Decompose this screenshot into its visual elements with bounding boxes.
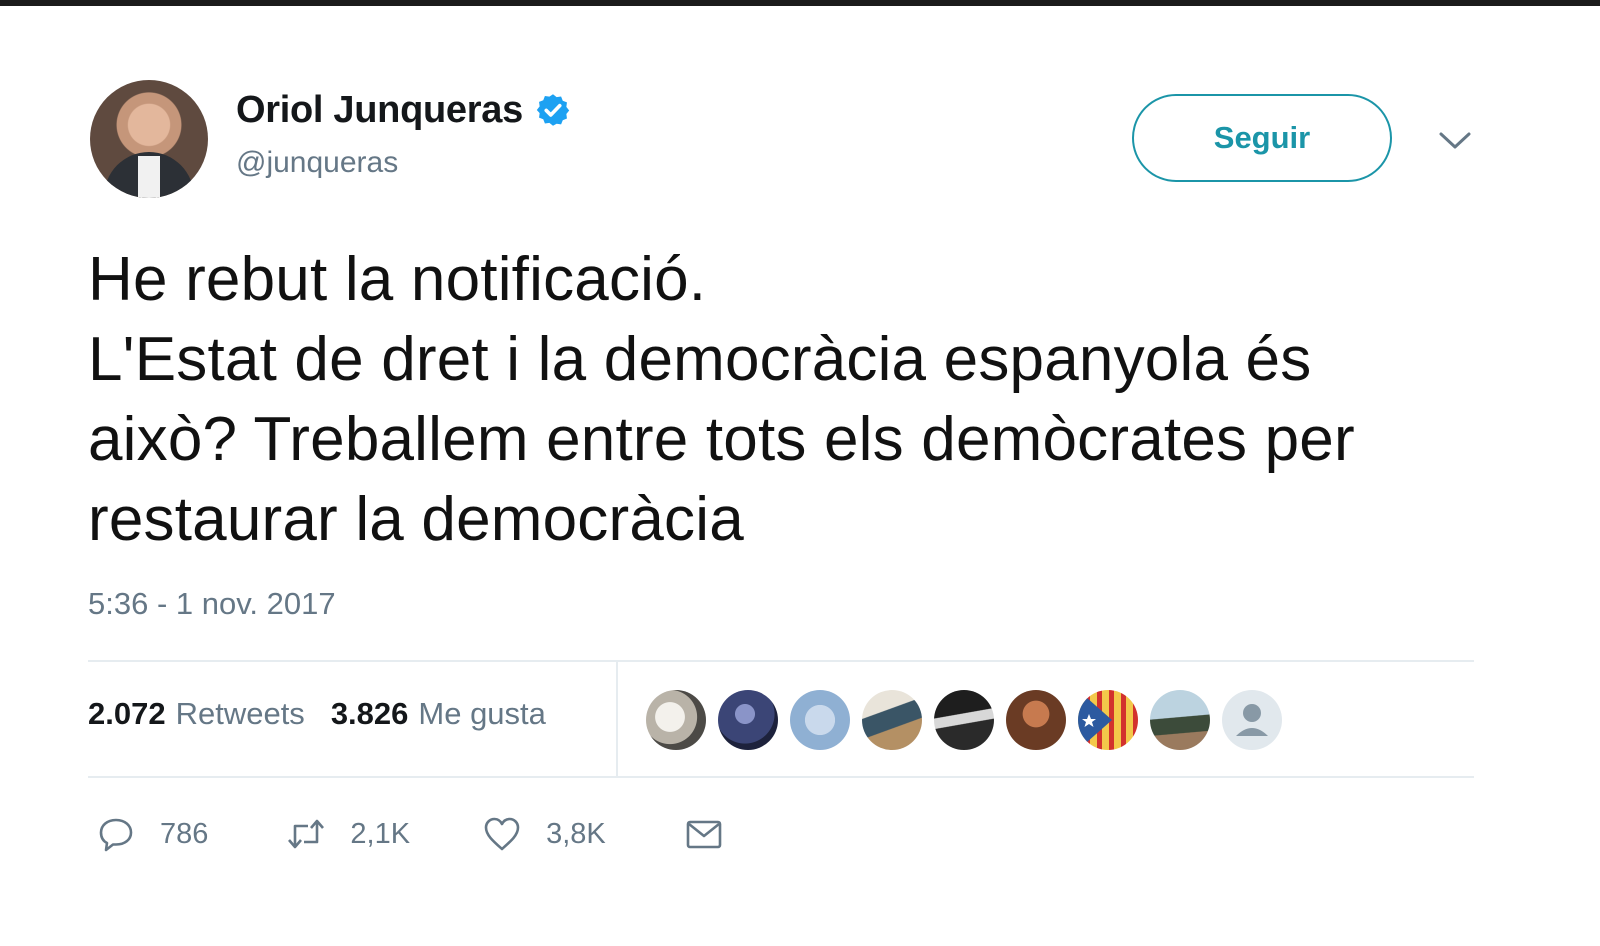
tweet-line: He rebut la notificació. (88, 245, 707, 314)
user-handle[interactable]: @junqueras (236, 146, 398, 180)
like-action[interactable]: 3,8K (482, 814, 606, 854)
display-name[interactable]: Oriol Junqueras (236, 89, 523, 132)
reply-count: 786 (160, 817, 209, 850)
retweet-action[interactable]: 2,1K (286, 814, 410, 854)
avatar-shirt (138, 156, 160, 198)
reply-icon (99, 818, 133, 852)
tweet-line: L'Estat de dret i la democràcia espanyol… (88, 325, 1312, 394)
default-avatar-icon[interactable] (1222, 690, 1282, 750)
tweet-line: restaurar la democràcia (88, 485, 744, 554)
liker-avatar-5[interactable] (934, 690, 994, 750)
retweet-icon (288, 819, 325, 849)
tweet-line: això? Treballem entre tots els demòcrate… (88, 405, 1355, 474)
chevron-down-icon[interactable] (1436, 124, 1474, 158)
stats-bottom-divider (88, 776, 1474, 778)
tweet-timestamp[interactable]: 5:36 - 1 nov. 2017 (88, 586, 336, 622)
like-count: 3,8K (546, 817, 606, 850)
liker-avatar-6[interactable] (1006, 690, 1066, 750)
liker-avatar-8[interactable] (1150, 690, 1210, 750)
envelope-icon (686, 820, 722, 849)
chevron-down-glyph (1439, 132, 1471, 149)
liker-avatar-2[interactable] (718, 690, 778, 750)
reply-action[interactable]: 786 (96, 814, 208, 854)
tweet-actions: 786 2,1K 3,8K (96, 806, 724, 862)
likes-count[interactable]: 3.826 (331, 696, 409, 732)
follow-button[interactable]: Seguir (1132, 94, 1392, 182)
name-row: Oriol Junqueras (236, 86, 571, 134)
likes-label[interactable]: Me gusta (418, 696, 546, 732)
liker-avatar-4[interactable] (862, 690, 922, 750)
liker-avatar-1[interactable] (646, 690, 706, 750)
retweet-count: 2,1K (350, 817, 411, 850)
estelada-star-icon (1078, 690, 1112, 750)
heart-icon (484, 817, 520, 851)
stats-top-divider (88, 660, 1474, 662)
top-edge-bar (0, 0, 1600, 6)
retweets-label[interactable]: Retweets (176, 696, 305, 732)
profile-avatar[interactable] (90, 80, 208, 198)
liker-avatar-3[interactable] (790, 690, 850, 750)
likers-avatars (646, 690, 1294, 750)
verified-badge-icon (536, 94, 570, 126)
estelada-flag-avatar[interactable] (1078, 690, 1138, 750)
engagement-stats: 2.072 Retweets 3.826 Me gusta (88, 696, 572, 732)
stats-vertical-divider (616, 660, 618, 776)
retweets-count[interactable]: 2.072 (88, 696, 166, 732)
person-silhouette-icon (1236, 704, 1268, 736)
direct-message-action[interactable] (684, 814, 724, 854)
tweet-text: He rebut la notificació. L'Estat de dret… (88, 240, 1508, 560)
